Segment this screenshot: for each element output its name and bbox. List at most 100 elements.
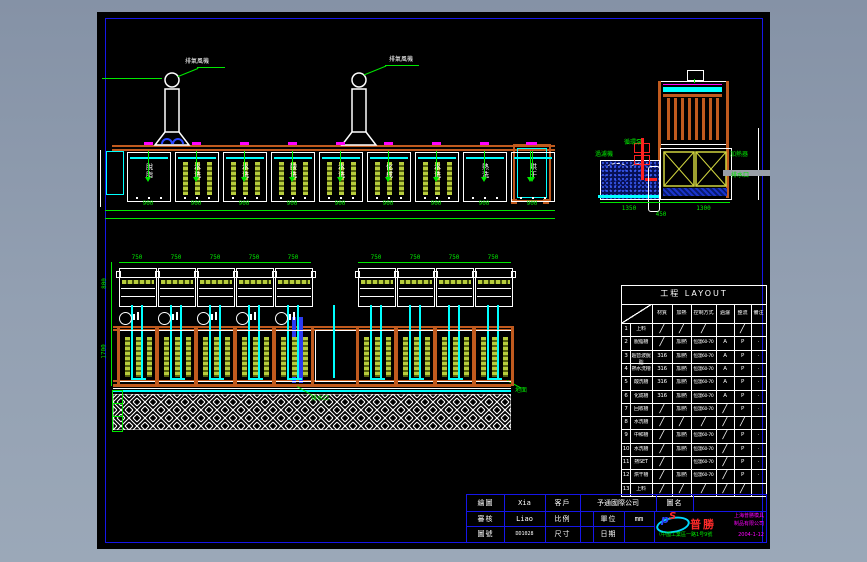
table-row: 3 超音波脫脂 316 加熱 恒溫60-70 A P · [622,350,766,366]
row-cell: P [740,339,745,346]
drain-leader-label: 排水口 [311,395,330,402]
anode-plate [147,337,152,377]
row-number: 6 [624,392,628,399]
base-line [113,388,511,389]
row-name: 上料 [636,485,646,492]
hood-tab [511,271,516,278]
hood-tab [472,271,477,278]
pump-circle [236,312,249,325]
row-cell: 加熱 [676,339,687,346]
row-number: 5 [624,379,628,386]
col-header: 備注 [753,310,764,316]
table-corner-cell [622,304,652,323]
hood-line [477,288,511,289]
hood-line [121,296,155,297]
hood-line [277,277,311,278]
row-cell: 316 [657,365,667,372]
row-cell: A [723,392,727,399]
hood-dim-label: 750 [248,254,260,261]
draw-label: 繪圖 [477,499,494,507]
dimension-line [119,262,311,263]
logo-p: p [661,513,669,526]
hood-tab [116,271,121,278]
scale-label: 比例 [554,515,571,523]
row-cell: ╱ [722,457,728,468]
logo-company-line2: 制品有限公司 [733,521,764,527]
process-tank [275,330,314,382]
hood-line [277,296,311,297]
anode-plate [364,337,369,377]
row-cell: P [740,365,745,372]
row-name: 熱水洗槽 [631,365,651,372]
anode-plate [164,337,169,377]
base-pipe [113,390,511,392]
tb-line [467,526,654,527]
row-cell: 恒溫60-70 [693,406,714,412]
hood-line [199,277,233,278]
hood-box [233,268,277,307]
row-cell: ╱ [739,417,746,428]
row-cell: 加熱 [676,472,687,479]
hood-box [355,268,399,307]
hood-tab [394,271,399,278]
drawing-canvas: 排氣風機 排氣風機 脫脂 900 水洗 900 水洗 900 酸洗 900 水洗 900 化成 900… [97,12,770,549]
hood-line [399,296,433,297]
row-cell: A [723,379,727,386]
anode-plate [442,337,447,377]
row-cell: ╱ [678,324,685,334]
row-cell: P [740,445,745,452]
hood-electrode-bar [278,280,310,284]
row-number: 8 [624,419,628,426]
row-cell: 恒溫60-70 [693,366,714,372]
table-row: 11 熱SET ╱ 恒溫60-70 ╱ P · [622,456,766,471]
tank-post [117,326,120,386]
tick [113,416,122,417]
unit-label: 單位 [600,515,617,523]
row-number: 2 [624,339,628,346]
row-cell: ╱ [722,470,728,481]
row-cell: ╱ [659,324,665,334]
hood-line [438,288,472,289]
pump-circle [158,312,171,325]
row-cell: ╱ [722,403,728,414]
anode-plate [186,337,191,377]
title-block: 繪圖 Xia 客戶 予通國際公司 圖名 審核 Liao 比例 單位 mm 圖號 … [466,494,767,543]
check-value: Liao [516,515,533,523]
hood-tab [311,271,316,278]
hood-box [155,268,199,307]
row-name: 熱SET [634,459,648,466]
tank-post [511,326,514,386]
table-row: 10 水洗槽 ╱ 加熱 恒溫60-70 ╱ P · [622,443,766,458]
logo-address: （中國工業區一路1号9號 [656,532,713,538]
row-cell: P [740,472,745,479]
row-cell: 恒溫60-70 [693,433,714,439]
anode-plate [386,337,391,377]
process-tank [315,330,357,382]
client-label: 客戶 [554,499,571,507]
row-cell: · [757,379,760,386]
process-tank [358,330,397,382]
table-row: 6 化成槽 316 加熱 恒溫60-70 A P · [622,390,766,404]
row-cell: · [757,445,760,452]
date-label: 日期 [600,530,617,538]
row-number: 13 [622,485,630,492]
pump-glyph [133,314,135,320]
hood-box [433,268,477,307]
row-cell: ╱ [678,417,685,428]
anode-plate [292,337,297,377]
hood-box [394,268,438,307]
col-header: 加熱 [676,310,687,316]
hood-line [238,277,272,278]
foundation-dim-box [112,390,123,432]
anode-plate [264,337,269,377]
row-number: 11 [622,459,630,466]
hood-line [399,277,433,278]
hood-line [438,296,472,297]
size-label: 尺寸 [554,530,571,538]
row-name: 脫脂槽 [633,339,649,346]
anode-plate [175,337,180,377]
row-cell: 加熱 [676,365,687,372]
logo-cell: p S 普勝 上海普勝模具 制品有限公司 （中國工業區一路1号9號 2004-1… [654,511,766,542]
table-row: 8 水洗槽 ╱ ╱ ╱ ╱ ╱ [622,416,766,431]
anode-plate [281,337,286,377]
